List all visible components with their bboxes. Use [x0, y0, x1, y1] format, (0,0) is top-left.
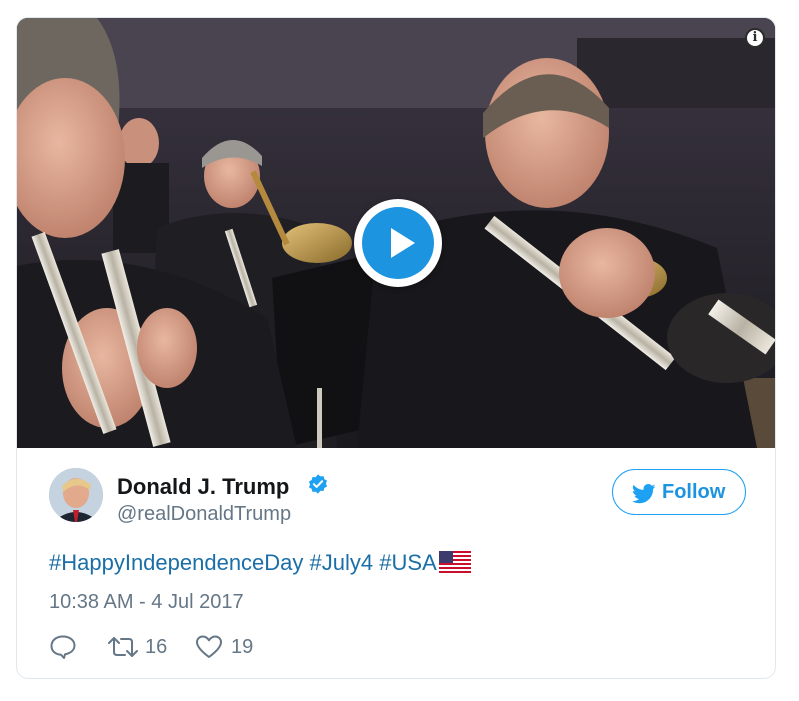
heart-icon [196, 635, 222, 658]
tweet-body: Donald J. Trump @realDonaldTrump Follow … [17, 448, 775, 678]
like-count: 19 [231, 636, 254, 658]
follow-label: Follow [662, 481, 726, 503]
info-icon[interactable]: i [745, 28, 765, 48]
embedded-tweet-card[interactable]: i Donald J. Trump @realDonaldTrump Follo… [16, 17, 776, 679]
play-button[interactable] [354, 199, 442, 287]
like-button[interactable]: 19 [195, 634, 275, 660]
hashtag-link[interactable]: #HappyIndependenceDay [49, 550, 303, 575]
follow-button[interactable]: Follow [612, 469, 746, 515]
tweet-timestamp[interactable]: 10:38 AM - 4 Jul 2017 [49, 591, 244, 614]
us-flag-emoji [438, 551, 471, 573]
reply-button[interactable] [49, 634, 79, 660]
video-player[interactable]: i [17, 18, 775, 448]
twitter-bird-icon [632, 484, 656, 504]
hashtag-link[interactable]: #USA [379, 550, 436, 575]
author-name[interactable]: Donald J. Trump [117, 474, 289, 500]
retweet-count: 16 [145, 636, 168, 658]
tweet-actions: 16 19 [49, 634, 449, 660]
author-handle[interactable]: @realDonaldTrump [117, 503, 291, 526]
reply-icon [50, 635, 76, 659]
retweet-icon [108, 637, 138, 657]
hashtag-link[interactable]: #July4 [310, 550, 374, 575]
verified-badge-icon [308, 474, 328, 494]
play-icon [362, 207, 434, 279]
avatar[interactable] [49, 468, 103, 522]
tweet-text: #HappyIndependenceDay #July4 #USA [49, 550, 471, 576]
retweet-button[interactable]: 16 [107, 634, 187, 660]
